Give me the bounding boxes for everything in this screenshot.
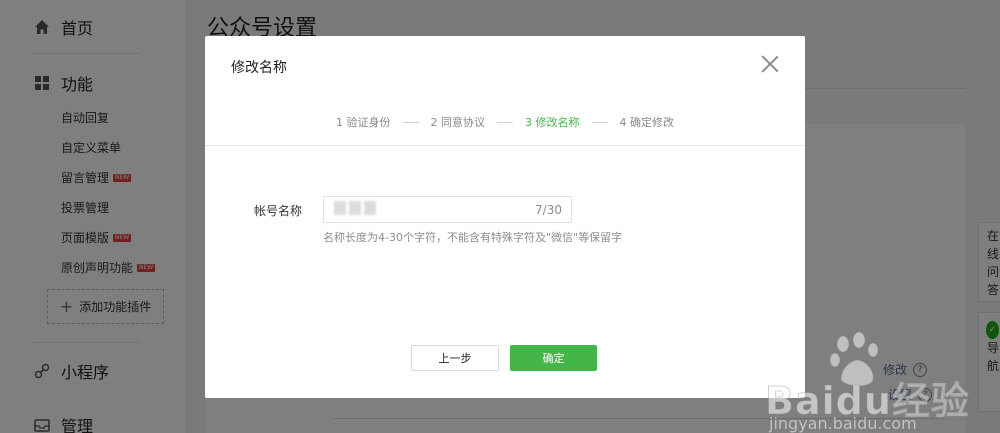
close-icon[interactable] [761, 55, 779, 73]
account-name-label: 帐号名称 [254, 204, 303, 218]
dialog-divider [205, 145, 805, 146]
step-confirm-change: 4 确定修改 [619, 116, 675, 129]
step-connector [497, 121, 513, 123]
blurred-name-value [334, 201, 376, 215]
dialog-title: 修改名称 [231, 60, 287, 76]
confirm-button[interactable]: 确定 [510, 345, 597, 371]
baidu-watermark: Baidu经验 jingyan.baidu.com [765, 330, 985, 433]
step-connector [402, 121, 419, 123]
step-verify-identity: 1 验证身份 [336, 116, 391, 129]
rename-dialog: 修改名称 1 验证身份 2 同意协议 3 修改名称 4 确定修改 帐号名称 7/… [205, 36, 805, 398]
name-rule-hint: 名称长度为4-30个字符，不能含有特殊字符及"微信"等保留字 [323, 231, 623, 244]
previous-step-button[interactable]: 上一步 [411, 345, 499, 371]
step-indicator: 1 验证身份 2 同意协议 3 修改名称 4 确定修改 [205, 114, 805, 130]
step-connector [591, 121, 608, 123]
step-modify-name: 3 修改名称 [525, 116, 580, 129]
watermark-url: jingyan.baidu.com [769, 414, 917, 433]
account-name-input[interactable]: 7/30 [323, 196, 572, 223]
char-counter: 7/30 [535, 203, 562, 217]
step-agree-terms: 2 同意协议 [430, 116, 486, 129]
